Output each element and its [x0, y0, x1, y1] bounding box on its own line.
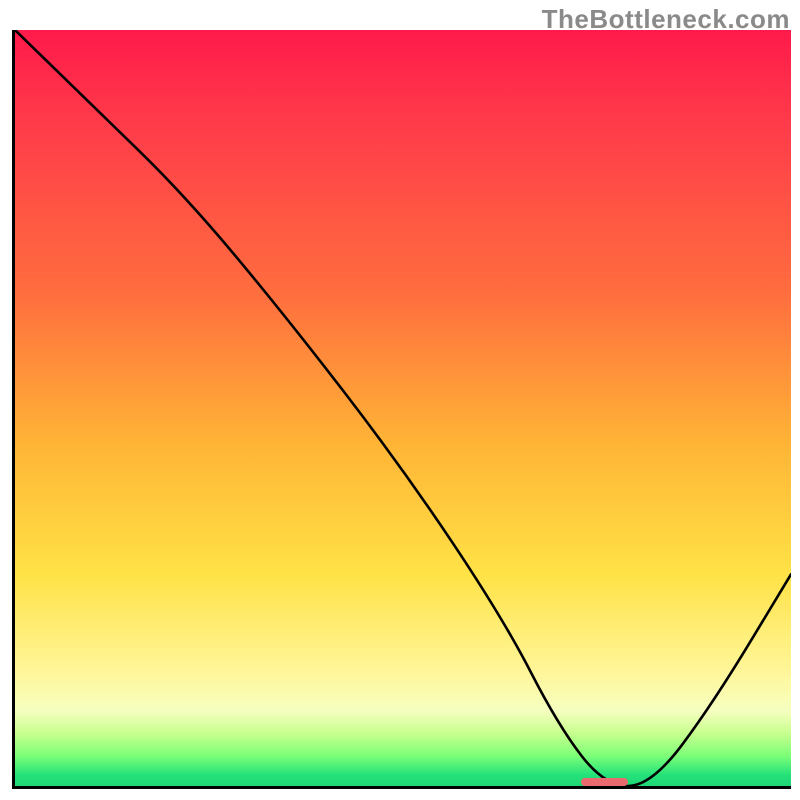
watermark-text: TheBottleneck.com: [542, 4, 790, 35]
bottleneck-curve: [15, 30, 791, 786]
chart-stage: TheBottleneck.com: [0, 0, 800, 800]
plot-area: [12, 30, 791, 789]
optimal-range-marker: [581, 778, 628, 786]
